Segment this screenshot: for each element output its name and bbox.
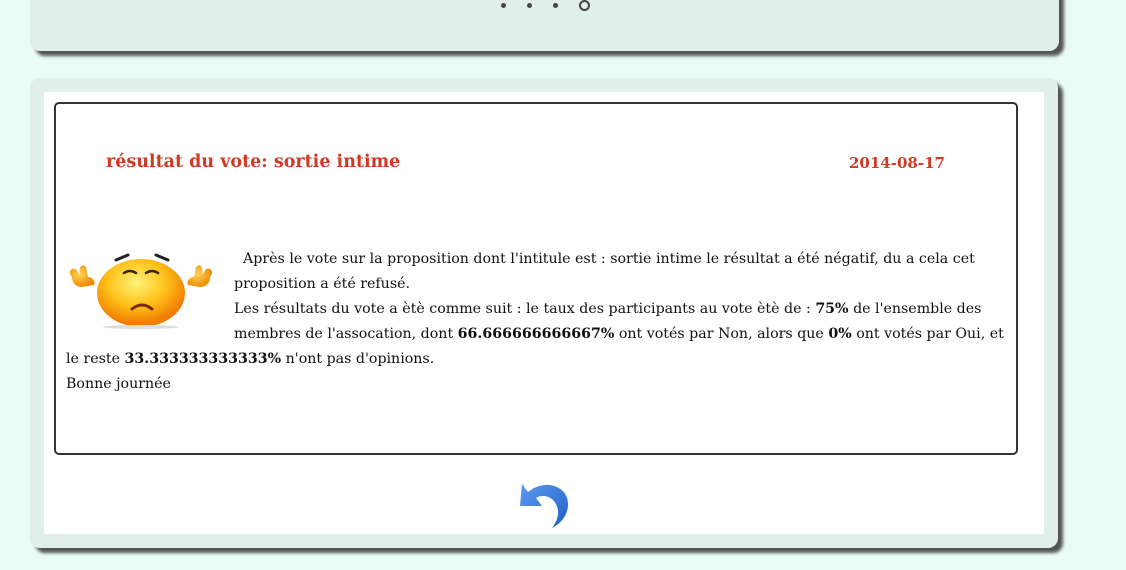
- no-percentage: 66.666666666667%: [457, 326, 615, 342]
- worried-smiley-icon: [69, 253, 213, 329]
- carousel-dot-active[interactable]: [579, 0, 590, 11]
- message-date: 2014-08-17: [849, 154, 945, 172]
- main-panel: résultat du vote: sortie intime 2014-08-…: [30, 78, 1058, 548]
- vote-result-message: résultat du vote: sortie intime 2014-08-…: [54, 102, 1018, 455]
- carousel-dot[interactable]: [553, 2, 558, 8]
- content-area: résultat du vote: sortie intime 2014-08-…: [44, 92, 1044, 534]
- intro-text: Après le vote sur la proposition dont l'…: [234, 251, 975, 292]
- message-body: Après le vote sur la proposition dont l'…: [66, 247, 1010, 397]
- closing-text: Bonne journée: [66, 376, 171, 392]
- carousel-dot[interactable]: [501, 2, 506, 8]
- carousel-dot[interactable]: [527, 2, 532, 8]
- results-end: n'ont pas d'opinions.: [285, 351, 435, 367]
- participation-rate: 75%: [815, 301, 849, 317]
- results-prefix: Les résultats du vote a ètè comme suit :…: [234, 301, 811, 317]
- top-panel: [30, 0, 1059, 51]
- results-mid2: ont votés par Non, alors que: [618, 326, 824, 342]
- message-title: résultat du vote: sortie intime: [106, 152, 401, 172]
- carousel-dots: [501, 0, 590, 11]
- undo-arrow-icon[interactable]: [516, 478, 572, 530]
- yes-percentage: 0%: [828, 326, 852, 342]
- abstain-percentage: 33.333333333333%: [124, 351, 282, 367]
